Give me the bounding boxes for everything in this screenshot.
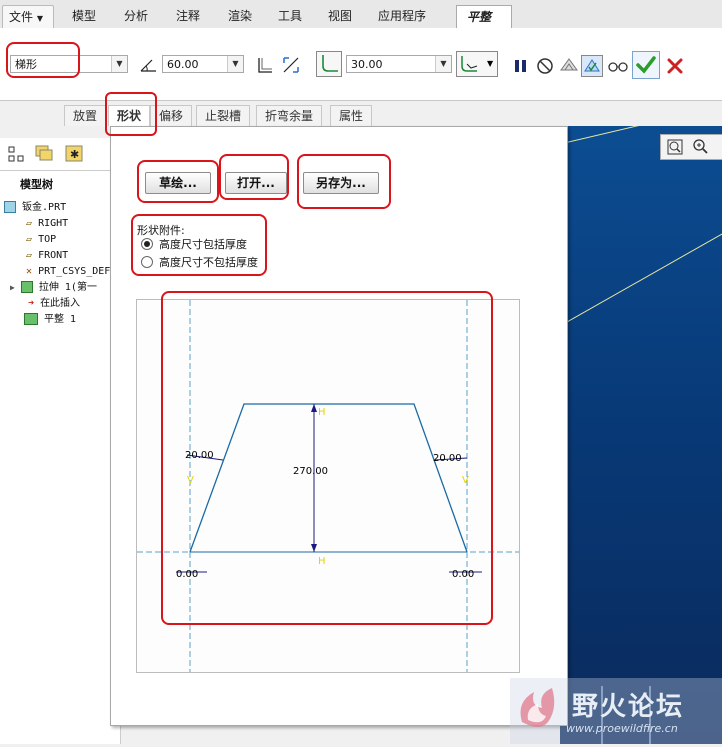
- annotation-preview: [161, 291, 493, 625]
- part-icon: [4, 201, 16, 213]
- radius-value: 30.00: [351, 58, 383, 71]
- ribbon: 梯形 ▼ 60.00 ▼ 30.00 ▼ ▼: [0, 28, 722, 101]
- tab-annotate[interactable]: 注释: [166, 5, 210, 27]
- annotation-open: [219, 154, 289, 200]
- flip-direction-icon[interactable]: [280, 54, 302, 76]
- tree-item-top[interactable]: ▱ TOP: [26, 232, 56, 247]
- svg-text:✱: ✱: [70, 148, 79, 161]
- flat-wall-icon: [24, 313, 38, 325]
- subtab-relief[interactable]: 止裂槽: [196, 105, 251, 126]
- subtab-placement[interactable]: 放置: [64, 105, 107, 126]
- tree-item-label: 拉伸 1(第一: [38, 282, 97, 293]
- view-toolbar: [660, 134, 722, 160]
- csys-icon: ✕: [26, 266, 33, 277]
- zoom-in-icon[interactable]: [691, 137, 711, 157]
- watermark: 野火论坛 www.proewildfire.cn: [510, 678, 722, 744]
- radius-input[interactable]: 30.00 ▼: [346, 55, 452, 73]
- tree-item-insert-here[interactable]: ➜ 在此插入: [28, 296, 80, 311]
- angle-value: 60.00: [167, 58, 199, 71]
- tree-item-right[interactable]: ▱ RIGHT: [26, 216, 68, 231]
- glasses-icon[interactable]: [606, 55, 628, 77]
- favorites-icon[interactable]: ✱: [64, 144, 86, 164]
- annotation-sketch: [137, 160, 219, 203]
- expand-arrow-icon: ▶: [10, 283, 15, 292]
- angle-icon: [138, 54, 160, 76]
- svg-text:▼: ▼: [487, 59, 494, 68]
- tab-flat[interactable]: 平整: [456, 5, 512, 29]
- tree-item-csys[interactable]: ✕ PRT_CSYS_DEF: [26, 264, 120, 279]
- bend-radius-icon[interactable]: [316, 51, 342, 77]
- layers-icon[interactable]: [34, 144, 56, 164]
- tree-item-flat[interactable]: 平整 1: [24, 312, 76, 327]
- tree-item-label: PRT_CSYS_DEF: [38, 266, 111, 277]
- datum-plane-icon: ▱: [26, 218, 33, 229]
- tree-item-label: RIGHT: [38, 218, 69, 229]
- tree-item-label: TOP: [38, 234, 57, 245]
- watermark-title: 野火论坛: [572, 692, 685, 722]
- model-edges: [559, 105, 722, 744]
- tree-item-front[interactable]: ▱ FRONT: [26, 248, 68, 263]
- zoom-fit-icon[interactable]: [665, 137, 685, 157]
- chevron-down-icon: ▼: [111, 56, 127, 72]
- subtab-bend-allowance[interactable]: 折弯余量: [256, 105, 323, 126]
- datum-plane-icon: ▱: [26, 234, 33, 245]
- tab-applications[interactable]: 应用程序: [368, 5, 436, 27]
- tab-tools[interactable]: 工具: [268, 5, 312, 27]
- annotation-attach-options: [131, 214, 267, 276]
- flame-logo-icon: [520, 688, 555, 727]
- graphics-window[interactable]: [559, 105, 722, 744]
- shape-panel: 草绘... 打开... 另存为... 形状附件: 高度尺寸包括厚度 高度尺寸不包…: [110, 126, 568, 726]
- tree-item-label: 平整 1: [44, 314, 77, 325]
- tree-item-label: 钣金.PRT: [22, 202, 67, 213]
- preview-icon[interactable]: [558, 55, 580, 77]
- pause-icon[interactable]: [510, 55, 532, 77]
- tree-item-label: 在此插入: [40, 298, 81, 309]
- watermark-url: www.proewildfire.cn: [566, 722, 678, 735]
- divider: [0, 170, 120, 171]
- tree-item-extrude[interactable]: ▶ 拉伸 1(第一: [10, 280, 120, 295]
- tree-item-label: FRONT: [38, 250, 69, 261]
- menu-bar: 文件 ▼ 模型 分析 注释 渲染 工具 视图 应用程序 平整: [0, 0, 722, 29]
- annotation-save-as: [297, 154, 391, 209]
- tab-render[interactable]: 渲染: [218, 5, 262, 27]
- cancel-button[interactable]: [664, 55, 686, 77]
- no-preview-icon[interactable]: [534, 55, 556, 77]
- angle-input[interactable]: 60.00 ▼: [162, 55, 244, 73]
- file-menu-label: 文件: [9, 10, 34, 24]
- file-menu[interactable]: 文件 ▼: [2, 5, 54, 29]
- bend-edge-icon[interactable]: [254, 54, 276, 76]
- subtab-properties[interactable]: 属性: [330, 105, 373, 126]
- datum-plane-icon: ▱: [26, 250, 33, 261]
- model-tree-panel: ✱ 模型树 钣金.PRT ▱ RIGHT ▱ TOP ▱ FRONT ✕ PRT…: [0, 138, 121, 744]
- annotation-shape-select: [6, 42, 80, 78]
- tree-view-icon[interactable]: [6, 144, 26, 164]
- confirm-button[interactable]: [632, 51, 660, 79]
- tree-item-root[interactable]: 钣金.PRT: [4, 200, 66, 215]
- tab-analysis[interactable]: 分析: [114, 5, 158, 27]
- tab-view[interactable]: 视图: [318, 5, 362, 27]
- annotation-shape-tab: [105, 92, 157, 136]
- chevron-down-icon: ▼: [36, 14, 43, 23]
- chevron-down-icon: ▼: [435, 56, 451, 72]
- radius-side-select[interactable]: ▼: [456, 51, 498, 77]
- verify-icon[interactable]: [581, 55, 603, 77]
- close-icon: [667, 58, 683, 74]
- extrude-icon: [20, 281, 33, 293]
- chevron-down-icon: ▼: [227, 56, 243, 72]
- insert-arrow-icon: ➜: [28, 298, 35, 309]
- checkmark-icon: [636, 56, 656, 74]
- tab-model[interactable]: 模型: [62, 5, 106, 27]
- model-tree-title: 模型树: [20, 178, 53, 191]
